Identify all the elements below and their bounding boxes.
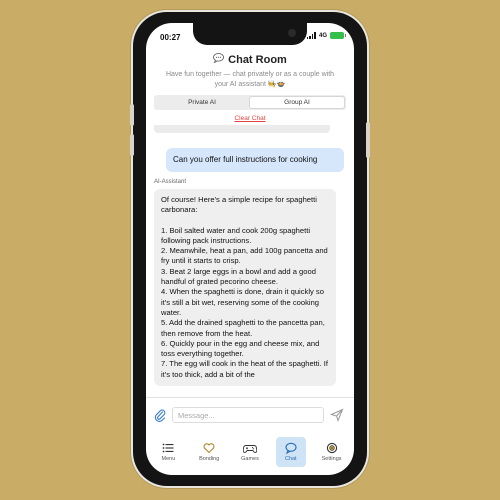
- network-type: 4G: [318, 32, 327, 39]
- settings-icon: [326, 442, 337, 454]
- nav-label: Bonding: [199, 456, 220, 462]
- page-title: Chat Room: [228, 53, 287, 66]
- ai-step: 5. Add the drained spaghetti to the panc…: [161, 318, 325, 338]
- nav-menu[interactable]: Menu: [153, 437, 183, 467]
- header: Chat Room: [146, 53, 354, 66]
- nav-label: Games: [241, 456, 259, 462]
- power-button: [366, 122, 370, 158]
- bottom-nav: Menu Bonding Games Chat Settings: [146, 433, 354, 471]
- camera-icon: [288, 29, 296, 37]
- status-time: 00:27: [160, 33, 181, 42]
- nav-label: Chat: [284, 456, 297, 462]
- ai-step: 1. Boil salted water and cook 200g spagh…: [161, 225, 311, 245]
- status-indicators: 4G: [306, 32, 346, 39]
- ai-sender-label: AI-Assistant: [154, 179, 187, 185]
- message-input[interactable]: [172, 407, 324, 423]
- composer-divider: [146, 397, 354, 398]
- nav-label: Settings: [321, 456, 342, 462]
- nav-label: Menu: [161, 456, 176, 462]
- chat-icon: [285, 442, 297, 454]
- ai-step: 7. The egg will cook in the heat of the …: [161, 359, 329, 379]
- ai-step: 2. Meanwhile, heat a pan, add 100g pance…: [161, 246, 328, 266]
- mode-tabs: Private AI Group AI: [154, 95, 346, 110]
- volume-button: [130, 104, 134, 126]
- clear-chat-link[interactable]: Clear Chat: [146, 115, 354, 122]
- ai-message-intro: Of course! Here's a simple recipe for sp…: [161, 195, 317, 215]
- user-message-bubble: Can you offer full instructions for cook…: [166, 148, 344, 172]
- speech-bubble-icon: [213, 53, 225, 66]
- menu-icon: [162, 443, 174, 453]
- ai-step: 3. Beat 2 large eggs in a bowl and add a…: [161, 266, 316, 287]
- page-subtitle: Have fun together — chat privately or as…: [165, 71, 335, 88]
- nav-chat[interactable]: Chat: [275, 437, 306, 467]
- chat-scroll-area[interactable]: Can you offer full instructions for cook…: [146, 125, 354, 397]
- send-icon[interactable]: [330, 408, 344, 422]
- gamepad-icon: [242, 445, 257, 453]
- tab-private-ai[interactable]: Private AI: [155, 96, 249, 109]
- heart-icon: [203, 443, 215, 454]
- ai-message-bubble: Of course! Here's a simple recipe for sp…: [154, 189, 336, 387]
- notch: [193, 23, 307, 45]
- phone-frame: 00:27 4G Chat Room Have fun together — c…: [130, 12, 370, 486]
- previous-message-bubble: [154, 125, 330, 133]
- nav-games[interactable]: Games: [235, 437, 265, 467]
- tab-group-ai[interactable]: Group AI: [249, 96, 345, 109]
- app-screen: 00:27 4G Chat Room Have fun together — c…: [146, 23, 354, 475]
- nav-settings[interactable]: Settings: [317, 437, 347, 467]
- ai-step: 4. When the spaghetti is done, drain it …: [161, 287, 324, 317]
- paperclip-icon[interactable]: [154, 408, 166, 422]
- nav-bonding[interactable]: Bonding: [194, 437, 224, 467]
- battery-icon: [330, 32, 346, 39]
- message-composer: [146, 405, 354, 425]
- signal-icon: [306, 32, 316, 39]
- ai-step: 6. Quickly pour in the egg and cheese mi…: [161, 338, 320, 359]
- volume-button: [130, 134, 134, 156]
